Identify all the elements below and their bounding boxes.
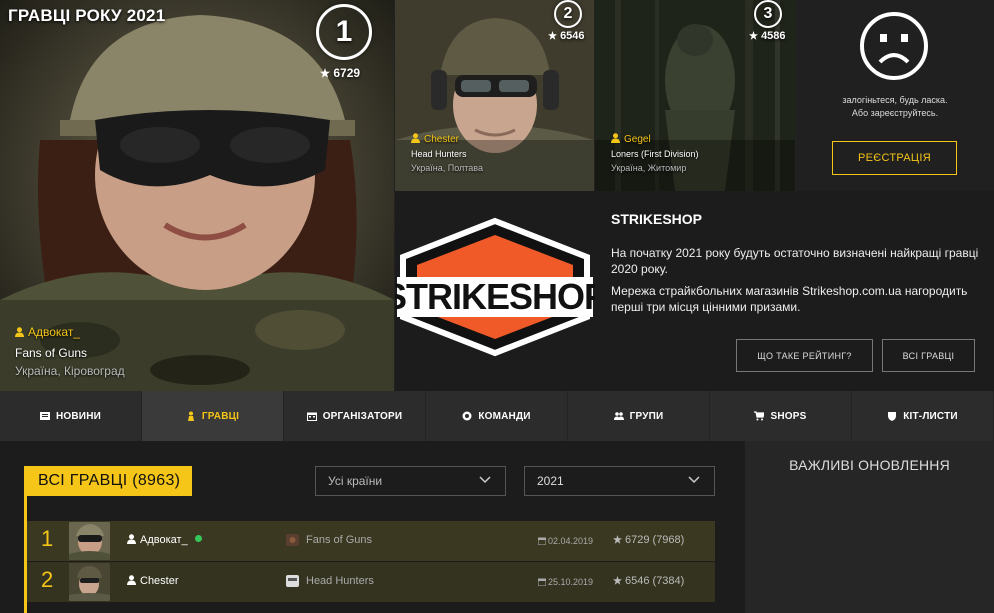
players-list-section: ВСІ ГРАВЦІ (8963) Усі країни 2021 1 Адво… — [0, 441, 744, 613]
rank-1-badge: 1 — [316, 4, 372, 60]
soldier-icon — [187, 411, 194, 421]
calendar-icon — [537, 537, 547, 546]
shop-paragraph-2: Мережа страйкбольних магазинів Strikesho… — [611, 284, 968, 314]
hero-section: ГРАВЦІ РОКУ 2021 1 6729 Адвокат_ Fans of… — [0, 0, 994, 391]
player-1-score: 6729 — [320, 66, 360, 80]
user-icon — [411, 133, 420, 143]
player-1-team[interactable]: Fans of Guns — [15, 346, 125, 360]
player-3-location: Україна, Житомир — [611, 163, 687, 173]
nav-news[interactable]: НОВИНИ — [0, 391, 142, 441]
star-icon — [749, 31, 758, 40]
star-icon — [613, 576, 622, 585]
chevron-down-icon — [479, 476, 491, 484]
sad-face-icon — [860, 12, 928, 80]
country-select[interactable]: Усі країни — [315, 466, 506, 496]
login-line-2: Або зареєструйтесь. — [851, 108, 939, 118]
user-icon — [127, 534, 136, 544]
row-score: 6729 (7968) — [613, 534, 684, 546]
main-nav: НОВИНИ ГРАВЦІ ОРГАНІЗАТОРИ КОМАНДИ ГРУПИ… — [0, 391, 994, 441]
all-players-heading: ВСІ ГРАВЦІ (8963) — [26, 466, 193, 496]
rank-2-badge: 2 — [554, 0, 582, 28]
player-3-team[interactable]: Loners (First Division) — [611, 149, 699, 159]
avatar[interactable] — [69, 563, 110, 601]
newspaper-icon — [39, 412, 50, 420]
user-icon — [15, 327, 24, 337]
login-line-1: залогіньтеся, будь ласка. — [842, 95, 948, 105]
register-button[interactable]: РЕЄСТРАЦІЯ — [832, 141, 957, 175]
calendar-icon — [306, 412, 317, 421]
star-icon — [320, 68, 330, 78]
user-icon — [127, 575, 136, 585]
all-players-button[interactable]: ВСІ ГРАВЦІ — [882, 339, 975, 372]
rank-3-badge: 3 — [754, 0, 782, 28]
chevron-down-icon — [688, 476, 700, 484]
table-row[interactable]: 2 Chester Head Hunters 25.10.2019 6546 (… — [27, 562, 715, 602]
shop-title: STRIKESHOP — [611, 211, 703, 227]
strikeshop-panel: STRIKESHOP STRIKESHOP На початку 2021 ро… — [395, 191, 994, 391]
nav-shops[interactable]: SHOPS — [710, 391, 852, 441]
nav-organizers[interactable]: ОРГАНІЗАТОРИ — [284, 391, 426, 441]
player-2-name[interactable]: Chester — [411, 133, 483, 145]
avatar[interactable] — [69, 522, 110, 560]
emblem-icon — [462, 411, 472, 421]
table-row[interactable]: 1 Адвокат_ Fans of Guns 02.04.2019 6729 … — [27, 521, 715, 561]
nav-players[interactable]: ГРАВЦІ — [142, 391, 284, 441]
star-icon — [548, 31, 557, 40]
team-logo-icon[interactable] — [286, 575, 299, 587]
what-is-rating-button[interactable]: ЩО ТАКЕ РЕЙТИНГ? — [736, 339, 873, 372]
strikeshop-logo[interactable]: STRIKESHOP — [395, 217, 595, 357]
important-updates-title: ВАЖЛИВІ ОНОВЛЕННЯ — [789, 457, 950, 473]
row-player-name[interactable]: Chester — [127, 575, 179, 587]
team-logo-icon[interactable] — [286, 534, 299, 546]
online-status-dot — [194, 535, 202, 542]
player-1-location: Україна, Кіровоград — [15, 364, 125, 378]
player-1-info: Адвокат_ Fans of Guns Україна, Кіровогра… — [15, 325, 125, 378]
user-icon — [611, 133, 620, 143]
player-2-location: Україна, Полтава — [411, 163, 483, 173]
group-icon — [613, 412, 624, 420]
shop-paragraph-1: На початку 2021 року будуть остаточно ви… — [611, 246, 979, 276]
player-3-info: Gegel Loners (First Division) Україна, Ж… — [611, 133, 699, 173]
row-player-name[interactable]: Адвокат_ — [127, 534, 202, 546]
row-rank: 1 — [41, 526, 54, 551]
nav-teams[interactable]: КОМАНДИ — [426, 391, 568, 441]
player-1-name[interactable]: Адвокат_ — [15, 325, 125, 339]
row-date: 02.04.2019 — [537, 536, 593, 546]
login-message: залогіньтеся, будь ласка. Або зареєструй… — [796, 94, 994, 120]
login-panel: залогіньтеся, будь ласка. Або зареєструй… — [796, 0, 994, 191]
cart-icon — [754, 411, 765, 421]
year-select[interactable]: 2021 — [524, 466, 715, 496]
player-2-team[interactable]: Head Hunters — [411, 149, 483, 159]
shield-icon — [888, 412, 897, 421]
player-2-score: 6546 — [548, 30, 585, 42]
star-icon — [613, 535, 622, 544]
row-date: 25.10.2019 — [537, 577, 593, 587]
calendar-icon — [537, 578, 547, 587]
nav-groups[interactable]: ГРУПИ — [568, 391, 710, 441]
row-rank: 2 — [41, 567, 54, 592]
page-title: ГРАВЦІ РОКУ 2021 — [8, 6, 166, 25]
important-updates-panel: ВАЖЛИВІ ОНОВЛЕННЯ — [745, 441, 994, 613]
row-score: 6546 (7384) — [613, 575, 684, 587]
player-2-info: Chester Head Hunters Україна, Полтава — [411, 133, 483, 173]
player-3-name[interactable]: Gegel — [611, 133, 699, 145]
svg-text:STRIKESHOP: STRIKESHOP — [395, 276, 595, 317]
player-3-score: 4586 — [749, 30, 786, 42]
nav-kit-lists[interactable]: КІТ-ЛИСТИ — [852, 391, 994, 441]
row-team-name[interactable]: Fans of Guns — [306, 534, 372, 546]
row-team-name[interactable]: Head Hunters — [306, 575, 374, 587]
